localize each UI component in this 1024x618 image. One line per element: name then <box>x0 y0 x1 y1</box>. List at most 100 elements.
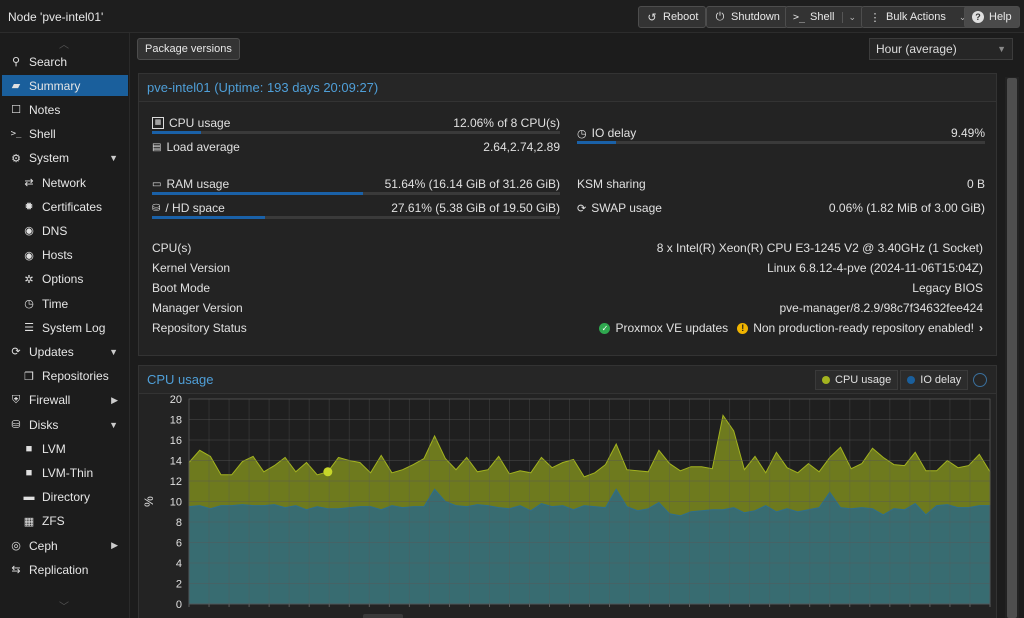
sidebar-item-dns[interactable]: ◉ DNS <box>2 220 128 241</box>
hd-space-bar-fill <box>152 216 265 219</box>
tasks-icon: ▤ <box>152 141 162 153</box>
timeframe-value: Hour (average) <box>876 42 957 56</box>
terminal-icon: >_ <box>793 11 806 23</box>
timeframe-select[interactable]: Hour (average) ▼ <box>869 38 1013 60</box>
chevron-down-icon[interactable]: ▼ <box>109 153 118 163</box>
sidebar-item-ceph[interactable]: ◎ Ceph ▶ <box>2 535 128 556</box>
sidebar-item-label: ZFS <box>42 514 65 529</box>
chevron-down-icon[interactable]: ⌄ <box>842 11 856 23</box>
status-panel-title: pve-intel01 (Uptime: 193 days 20:09:27) <box>139 74 996 102</box>
grid-icon: ▦ <box>23 515 35 528</box>
chevron-right-icon[interactable]: ▶ <box>111 395 118 406</box>
terminal-icon: >_ <box>10 129 22 140</box>
manager-version-value: pve-manager/8.2.9/98c7f34632fee424 <box>779 301 984 315</box>
main-scrollbar[interactable] <box>1005 77 1019 618</box>
sidebar-item-time[interactable]: ◷ Time <box>2 293 128 314</box>
swap-usage-value: 0.06% (1.82 MiB of 3.00 GiB) <box>828 201 985 215</box>
sidebar-item-zfs[interactable]: ▦ ZFS <box>2 511 128 532</box>
sidebar-item-label: Certificates <box>42 199 103 214</box>
legend-toggle-icon[interactable] <box>973 373 988 387</box>
ram-usage-label: RAM usage <box>166 177 230 191</box>
ram-usage-bar <box>152 192 560 195</box>
sidebar-item-network[interactable]: ⇄ Network <box>2 172 128 193</box>
io-delay-bar <box>577 141 985 144</box>
legend-cpu-dot <box>822 376 830 384</box>
clock-icon: ◷ <box>577 127 587 140</box>
sidebar-item-system[interactable]: ⚙ System ▼ <box>2 148 128 169</box>
sidebar-item-label: Directory <box>42 490 91 505</box>
shell-label: Shell <box>810 11 835 23</box>
sidebar-item-updates[interactable]: ⟳ Updates ▼ <box>2 341 128 362</box>
boot-mode-label: Boot Mode <box>152 281 211 295</box>
sidebar-item-label: System <box>29 151 70 166</box>
legend-cpu-usage[interactable]: CPU usage <box>815 370 899 390</box>
ram-usage-bar-fill <box>152 192 363 195</box>
sidebar-item-lvm[interactable]: ■ LVM <box>2 438 128 459</box>
cpus-label: CPU(s) <box>152 241 192 255</box>
io-delay-value: 9.49% <box>950 126 985 140</box>
sidebar-item-hosts[interactable]: ◉ Hosts <box>2 245 128 266</box>
bulk-actions-button[interactable]: ⋮ Bulk Actions ⌄ <box>861 6 975 28</box>
bulk-actions-label: Bulk Actions <box>886 11 946 23</box>
sidebar-item-notes[interactable]: ☐ Notes <box>2 99 128 120</box>
chevron-down-icon[interactable]: ▼ <box>109 420 118 430</box>
refresh-icon: ⟳ <box>11 346 21 359</box>
sidebar-item-system-log[interactable]: ☰ System Log <box>2 317 128 338</box>
io-delay-label: IO delay <box>591 126 637 140</box>
top-bar: Node 'pve-intel01' ↺ Reboot ⏻ Shutdown >… <box>0 0 1024 33</box>
sidebar-item-replication[interactable]: ⇆ Replication <box>2 559 128 580</box>
chevron-down-icon[interactable]: ﹀ <box>58 598 70 613</box>
scrollbar-thumb[interactable] <box>1007 78 1017 618</box>
hdd-icon: ⛁ <box>152 202 161 214</box>
sidebar-item-label: Repositories <box>42 369 109 384</box>
exchange-icon: ⇄ <box>24 177 34 189</box>
ram-usage-value: 51.64% (16.14 GiB of 31.26 GiB) <box>384 177 560 191</box>
sidebar-item-firewall[interactable]: ⛨ Firewall ▶ <box>2 390 128 411</box>
sidebar-item-label: Hosts <box>42 248 73 263</box>
legend-io-delay[interactable]: IO delay <box>900 370 969 390</box>
kernel-version-label: Kernel Version <box>152 261 231 275</box>
book-icon: ▰ <box>11 80 21 93</box>
sidebar-item-shell[interactable]: >_ Shell <box>2 124 128 145</box>
y-tick-label: 20 <box>170 395 182 406</box>
cpu-usage-label: CPU usage <box>169 116 231 130</box>
shell-button[interactable]: >_ Shell ⌄ <box>785 6 865 28</box>
y-tick-label: 14 <box>170 456 182 468</box>
repo-warn-text: Non production-ready repository enabled! <box>753 321 974 335</box>
sidebar-item-options[interactable]: ✲ Options <box>2 269 128 290</box>
ksm-sharing-value: 0 B <box>966 177 985 191</box>
sidebar-item-summary[interactable]: ▰ Summary <box>2 75 128 97</box>
resize-handle[interactable] <box>363 614 403 618</box>
ksm-sharing-label: KSM sharing <box>577 177 646 191</box>
y-tick-label: 6 <box>176 538 182 550</box>
sidebar-item-search[interactable]: ⚲ Search <box>2 51 128 72</box>
reboot-button[interactable]: ↺ Reboot <box>638 6 707 28</box>
question-icon: ? <box>972 11 984 23</box>
sidebar-item-lvm-thin[interactable]: ■ LVM-Thin <box>2 462 128 483</box>
sidebar-item-directory[interactable]: ▬ Directory <box>2 487 128 508</box>
shutdown-button[interactable]: ⏻ Shutdown <box>706 6 788 28</box>
load-average-value: 2.64,2.74,2.89 <box>483 140 560 154</box>
chevron-down-icon[interactable]: ▼ <box>109 347 118 357</box>
sidebar-item-label: Search <box>29 54 68 69</box>
sidebar-item-disks[interactable]: ⛁ Disks ▼ <box>2 414 128 435</box>
globe-icon: ◉ <box>24 225 34 238</box>
list-icon: ☰ <box>24 322 34 335</box>
sidebar-item-label: Updates <box>29 344 74 359</box>
help-button[interactable]: ? Help <box>964 6 1020 28</box>
cpus-value: 8 x Intel(R) Xeon(R) CPU E3-1245 V2 @ 3.… <box>656 241 983 255</box>
shutdown-label: Shutdown <box>731 11 780 23</box>
chevron-up-icon[interactable]: ︿ <box>58 36 70 51</box>
sidebar-item-label: Options <box>42 272 84 287</box>
shield-icon: ⛨ <box>11 393 21 406</box>
sidebar-item-certificates[interactable]: ✹ Certificates <box>2 196 128 217</box>
cpu-usage-bar-fill <box>152 131 202 134</box>
sidebar-item-repositories[interactable]: ❐ Repositories <box>2 366 128 387</box>
repository-status-value[interactable]: ✓ Proxmox VE updates ! Non production-re… <box>599 321 983 335</box>
help-label: Help <box>989 11 1012 23</box>
package-versions-button[interactable]: Package versions <box>137 38 240 60</box>
power-icon: ⏻ <box>715 10 725 23</box>
folder-icon: ▬ <box>23 491 35 504</box>
memory-icon: ▭ <box>152 178 162 190</box>
chevron-right-icon[interactable]: ▶ <box>111 540 118 551</box>
